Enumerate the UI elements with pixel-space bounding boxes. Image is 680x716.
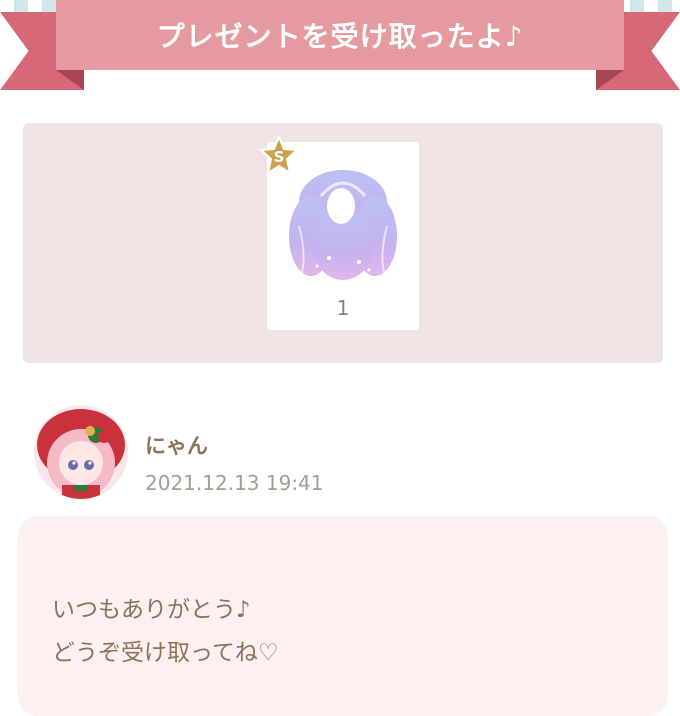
gift-item-card[interactable]: S 1 xyxy=(258,134,419,330)
header-ribbon: プレゼントを受け取ったよ♪ xyxy=(56,0,624,70)
message-line: いつもありがとう♪ xyxy=(52,597,251,623)
message-line: どうぞ受け取ってね♡ xyxy=(52,640,279,666)
sent-timestamp: 2021.12.13 19:41 xyxy=(145,471,324,495)
rank-badge: S xyxy=(258,134,300,176)
purple-twin-tail-hair-icon xyxy=(281,166,405,288)
avatar-icon[interactable] xyxy=(34,405,128,499)
gift-box: S 1 xyxy=(23,123,663,363)
item-quantity: 1 xyxy=(336,296,350,320)
sender-name[interactable]: にゃん xyxy=(145,430,208,460)
message-box: いつもありがとう♪ どうぞ受け取ってね♡ xyxy=(18,516,668,716)
page-title: プレゼントを受け取ったよ♪ xyxy=(156,20,524,53)
rank-letter: S xyxy=(273,148,285,166)
